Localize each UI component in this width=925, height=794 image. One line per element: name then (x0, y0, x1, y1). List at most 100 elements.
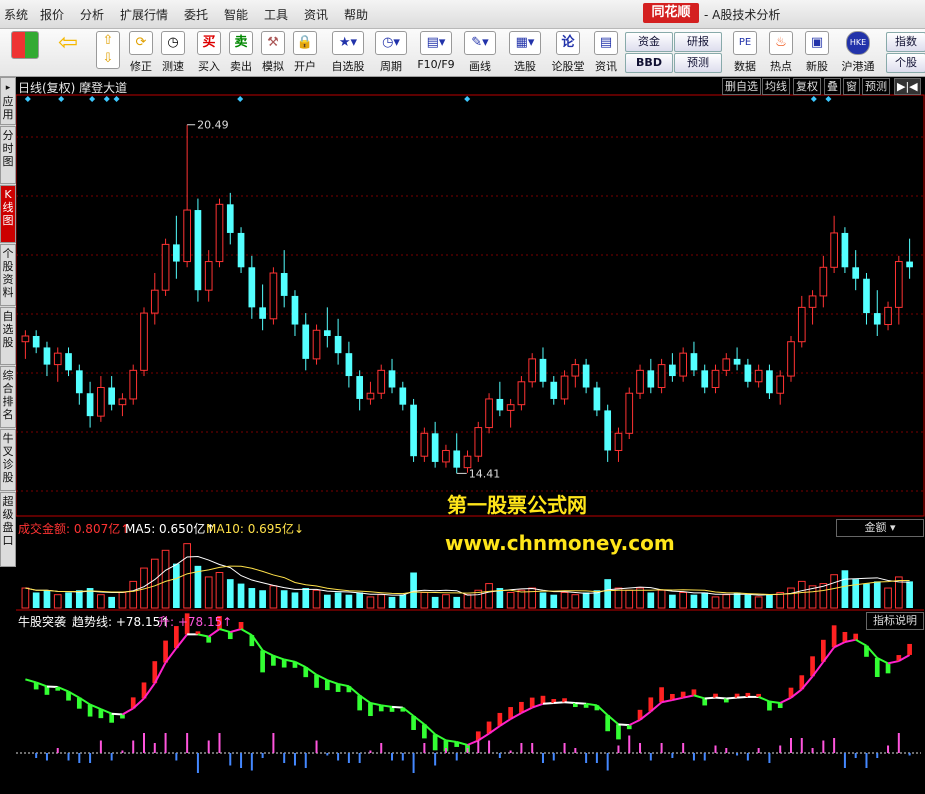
buy-button[interactable]: 买 买入 (194, 31, 224, 74)
candle-body (485, 398, 493, 429)
menu-quote[interactable]: 报价 (40, 6, 64, 23)
forecast-chart-button[interactable]: 预测 (862, 78, 890, 95)
candle-body (582, 364, 590, 388)
tab-intraday[interactable]: 分时图 (0, 126, 16, 184)
hk-connect-button[interactable]: HKE 沪港通 (838, 31, 878, 74)
candle-body (356, 376, 364, 399)
tab-watchlist[interactable]: 自选股 (0, 307, 16, 365)
candle-body (108, 387, 115, 405)
menu-extended[interactable]: 扩展行情 (120, 6, 168, 23)
ma-button[interactable]: 均线 (762, 78, 790, 95)
menu-order[interactable]: 委托 (184, 6, 208, 23)
tab-diagnosis[interactable]: 牛叉诊股 (0, 429, 16, 491)
menu-system[interactable]: 系统 (4, 6, 28, 23)
forecast-button[interactable]: 预测 (674, 53, 722, 73)
volume-bar (571, 594, 580, 609)
speed-test-button[interactable]: ◷ 测速 (158, 31, 188, 74)
forum-button[interactable]: 论 论股堂 (551, 31, 585, 74)
pencil-icon: ✎▾ (464, 31, 496, 55)
period-label: 周期 (380, 60, 402, 73)
volume-bar (506, 591, 515, 609)
volume-selector[interactable]: 金额 ▾ (836, 519, 924, 537)
up-down-button[interactable]: ⇧ ⇩ (95, 31, 121, 74)
index-button[interactable]: 指数 (886, 32, 925, 52)
f10-button[interactable]: ▤▾ F10/F9 (414, 31, 458, 74)
tab-kline[interactable]: K线图 (0, 185, 16, 243)
sell-button[interactable]: 卖 卖出 (226, 31, 256, 74)
candle-body (75, 370, 83, 394)
forum-icon: 论 (556, 31, 580, 55)
low-price-label: 14.41 (469, 467, 501, 480)
volume-bar (852, 579, 860, 608)
candle-body (312, 329, 321, 360)
volume-bar (679, 591, 688, 609)
research-button[interactable]: 研报 (674, 32, 722, 52)
candle-body (517, 381, 526, 406)
volume-bar (173, 563, 180, 608)
remove-watchlist-button[interactable]: 删自选 (722, 78, 761, 95)
single-stock-button[interactable]: 个股 (886, 53, 925, 73)
back-button[interactable]: ⇦ (50, 30, 86, 74)
volume-bar (733, 592, 741, 608)
volume-bar (830, 574, 838, 609)
news-button[interactable]: ▤ 资讯 (591, 31, 621, 74)
volume-bar (766, 594, 773, 608)
collapse-arrow-icon[interactable]: ▶|◀ (894, 78, 921, 95)
candle-body (269, 272, 278, 320)
menu-bar: 系统 报价 分析 扩展行情 委托 智能 工具 资讯 帮助 同花顺 - A股技术分… (0, 0, 925, 29)
candle-body (173, 244, 180, 262)
candle-body (140, 312, 148, 371)
volume-bar (841, 570, 849, 608)
hot-button[interactable]: ♨ 热点 (766, 31, 796, 74)
candle-body (453, 450, 461, 468)
open-account-button[interactable]: 🔒 开户 (290, 31, 320, 74)
watchlist-button[interactable]: ★▾ 自选股 (328, 31, 368, 74)
adjust-button[interactable]: 复权 (793, 78, 821, 95)
overlay-button[interactable]: 叠 (824, 78, 841, 95)
hk-icon: HKE (846, 31, 870, 55)
star-folder-icon: ★▾ (332, 31, 364, 55)
period-button[interactable]: ◷▾ 周期 (372, 31, 410, 74)
simulate-button[interactable]: ⚒ 模拟 (258, 31, 288, 74)
kline-chart[interactable]: 20.49 14.41 (16, 77, 925, 794)
menu-analysis[interactable]: 分析 (80, 6, 104, 23)
candle-body (766, 370, 773, 394)
toolbar: ⇦ ⇧ ⇩ ⟳ 修正 ◷ 测速 买 买入 卖 卖出 ⚒ 模拟 🔒 开户 ★▾ 自选… (0, 29, 925, 77)
menu-tools[interactable]: 工具 (264, 6, 288, 23)
candle-body (291, 295, 299, 325)
volume-bar (248, 588, 256, 608)
indicator-help-button[interactable]: 指标说明 (866, 612, 924, 630)
draw-line-button[interactable]: ✎▾ 画线 (462, 31, 498, 74)
candle-body (388, 370, 396, 388)
menu-help[interactable]: 帮助 (344, 6, 368, 23)
volume-bar (625, 589, 634, 609)
data-button[interactable]: PE 数据 (730, 31, 760, 74)
candle-body (776, 375, 785, 394)
volume-bar (334, 592, 342, 608)
tab-ranking[interactable]: 综合排名 (0, 366, 16, 428)
volume-bar (797, 580, 806, 609)
refresh-button[interactable]: ⟳ 修正 (126, 31, 156, 74)
window-button[interactable]: 窗 (843, 78, 860, 95)
candle-body (873, 313, 881, 325)
tab-apps[interactable]: ▸ 应用 (0, 77, 16, 125)
volume-bar (701, 592, 709, 608)
refresh-icon: ⟳ (129, 31, 153, 55)
capital-button[interactable]: 资金 (625, 32, 673, 52)
new-stock-button[interactable]: ▣ 新股 (802, 31, 832, 74)
candle-body (237, 232, 245, 268)
period-clock-icon: ◷▾ (375, 31, 407, 55)
volume-bar (32, 592, 40, 608)
menu-smart[interactable]: 智能 (224, 6, 248, 23)
menu-news[interactable]: 资讯 (304, 6, 328, 23)
volume-bar (161, 549, 170, 609)
tab-stock-info[interactable]: 个股资料 (0, 244, 16, 306)
volume-bar (582, 592, 590, 608)
f10-icon: ▤▾ (420, 31, 452, 55)
tab-level2[interactable]: 超级盘口 (0, 492, 16, 567)
trend-line-segment (715, 696, 727, 700)
stock-picker-button[interactable]: ▦▾ 选股 (506, 31, 544, 74)
bbd-button[interactable]: BBD (625, 53, 673, 73)
grid-button[interactable] (8, 31, 42, 74)
trend-bar (432, 734, 438, 751)
